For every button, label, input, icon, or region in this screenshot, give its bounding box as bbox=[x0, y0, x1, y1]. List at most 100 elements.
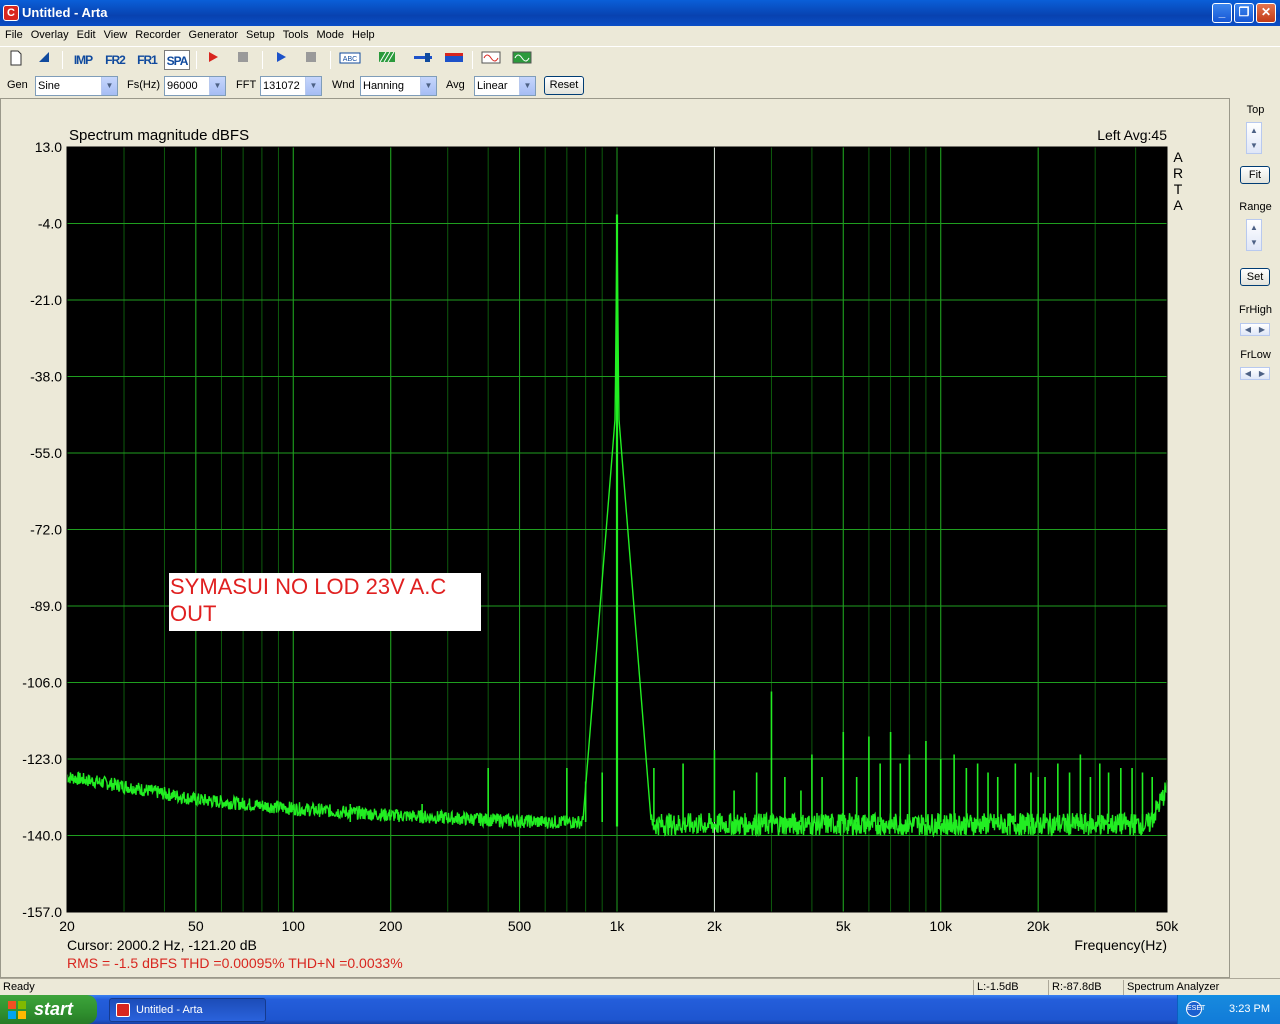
menu-file[interactable]: File bbox=[0, 26, 26, 41]
menu-help[interactable]: Help bbox=[347, 26, 378, 41]
scale-side-panel: Top ▲ ▼ Fit Range ▲ ▼ Set FrHigh ◀ ▶ FrLow … bbox=[1231, 98, 1280, 978]
taskbar: start Untitled - Arta ESET 3:23 PM bbox=[0, 995, 1280, 1024]
wnd-label: Wnd bbox=[332, 79, 355, 91]
chevron-down-icon[interactable]: ▼ bbox=[209, 77, 225, 95]
y-tick-label: 13.0 bbox=[35, 139, 62, 155]
y-tick-label: -89.0 bbox=[30, 598, 62, 614]
taskbar-item-label: Untitled - Arta bbox=[136, 1004, 203, 1016]
fr1-button[interactable]: FR1 bbox=[134, 50, 160, 70]
y-tick-label: -21.0 bbox=[30, 292, 62, 308]
fs-select[interactable]: 96000 ▼ bbox=[164, 76, 226, 96]
hatch-icon[interactable] bbox=[376, 50, 398, 70]
sine-wave-icon[interactable] bbox=[480, 50, 502, 70]
status-left-level: L:-1.5dB bbox=[973, 980, 1048, 995]
gen-label: Gen bbox=[7, 79, 28, 91]
spa-button[interactable]: SPA bbox=[164, 50, 190, 70]
fit-button[interactable]: Fit bbox=[1240, 166, 1270, 184]
spectrum-plot-panel: 20 50 100 200 500 1k 2k 5k 10k 20k 50k 13.0 -4.0 -21.… bbox=[0, 98, 1230, 978]
reset-button[interactable]: Reset bbox=[544, 76, 584, 95]
range-label: Range bbox=[1239, 201, 1272, 213]
frlow-spinner[interactable]: ◀ ▶ bbox=[1240, 367, 1270, 380]
cursor-readout: Cursor: 2000.2 Hz, -121.20 dB bbox=[67, 937, 257, 953]
left-arrow-icon[interactable]: ◀ bbox=[1241, 324, 1255, 335]
menu-recorder[interactable]: Recorder bbox=[130, 26, 183, 41]
menu-edit[interactable]: Edit bbox=[72, 26, 99, 41]
up-arrow-icon[interactable]: ▲ bbox=[1247, 220, 1261, 235]
restore-button[interactable]: ❐ bbox=[1234, 3, 1254, 23]
spectrum-chart[interactable]: 20 50 100 200 500 1k 2k 5k 10k 20k 50k 13.0 -4.0 -21.… bbox=[1, 99, 1229, 977]
x-tick-label: 100 bbox=[282, 918, 306, 934]
record-icon[interactable] bbox=[202, 50, 224, 70]
play-icon[interactable] bbox=[270, 50, 292, 70]
avg-select-value: Linear bbox=[477, 80, 508, 92]
top-spinner[interactable]: ▲ ▼ bbox=[1246, 122, 1262, 154]
fs-label: Fs(Hz) bbox=[127, 79, 160, 91]
menu-generator[interactable]: Generator bbox=[184, 26, 242, 41]
down-arrow-icon[interactable]: ▼ bbox=[1247, 235, 1261, 250]
fs-select-value: 96000 bbox=[167, 80, 198, 92]
up-arrow-icon[interactable]: ▲ bbox=[1247, 123, 1261, 138]
measurement-readout: RMS = -1.5 dBFS THD =0.00095% THD+N =0.0… bbox=[67, 955, 403, 971]
eset-tray-icon[interactable]: ESET bbox=[1186, 1001, 1205, 1017]
toolbar: IMP FR2 FR1 SPA ABC bbox=[0, 46, 1280, 72]
menu-tools[interactable]: Tools bbox=[278, 26, 312, 41]
slider-icon[interactable] bbox=[412, 50, 434, 70]
arta-app-icon[interactable]: C bbox=[3, 5, 19, 21]
fft-select[interactable]: 131072 ▼ bbox=[260, 76, 322, 96]
frhigh-spinner[interactable]: ◀ ▶ bbox=[1240, 323, 1270, 336]
taskbar-item-arta[interactable]: Untitled - Arta bbox=[109, 998, 266, 1022]
minimize-button[interactable]: _ bbox=[1212, 3, 1232, 23]
scope-icon[interactable] bbox=[511, 50, 533, 70]
chevron-down-icon[interactable]: ▼ bbox=[519, 77, 535, 95]
wnd-select[interactable]: Hanning ▼ bbox=[360, 76, 437, 96]
generator-control-bar: Gen Sine ▼ Fs(Hz) 96000 ▼ FFT 131072 ▼ Wnd … bbox=[0, 73, 1280, 98]
start-label: start bbox=[34, 999, 74, 1019]
x-tick-label: 2k bbox=[707, 918, 723, 934]
chevron-down-icon[interactable]: ▼ bbox=[305, 77, 321, 95]
menu-view[interactable]: View bbox=[99, 26, 131, 41]
menu-overlay[interactable]: Overlay bbox=[26, 26, 72, 41]
y-tick-label: -106.0 bbox=[22, 675, 62, 691]
menu-setup[interactable]: Setup bbox=[241, 26, 278, 41]
title-bar: C Untitled - Arta _ ❐ ✕ bbox=[0, 0, 1280, 26]
menu-mode[interactable]: Mode bbox=[311, 26, 347, 41]
x-tick-label: 20k bbox=[1027, 918, 1051, 934]
status-mode: Spectrum Analyzer bbox=[1123, 980, 1280, 995]
start-button[interactable]: start bbox=[0, 995, 97, 1024]
status-ready: Ready bbox=[3, 981, 35, 993]
x-tick-label: 1k bbox=[610, 918, 626, 934]
status-right-level: R:-87.8dB bbox=[1048, 980, 1123, 995]
set-button[interactable]: Set bbox=[1240, 268, 1270, 286]
new-file-icon[interactable] bbox=[5, 50, 27, 70]
arta-watermark-letter: A bbox=[1173, 149, 1183, 165]
y-tick-label: -55.0 bbox=[30, 445, 62, 461]
left-arrow-icon[interactable]: ◀ bbox=[1241, 368, 1255, 379]
avg-label: Avg bbox=[446, 79, 465, 91]
y-tick-label: -140.0 bbox=[22, 828, 62, 844]
gen-select[interactable]: Sine ▼ bbox=[35, 76, 118, 96]
chevron-down-icon[interactable]: ▼ bbox=[101, 77, 117, 95]
x-tick-label: 50 bbox=[188, 918, 204, 934]
abc-icon[interactable]: ABC bbox=[338, 50, 362, 70]
fft-label: FFT bbox=[236, 79, 257, 91]
stop-icon[interactable] bbox=[232, 50, 254, 70]
meter-icon[interactable] bbox=[443, 50, 465, 70]
stop-generator-icon[interactable] bbox=[300, 50, 322, 70]
close-button[interactable]: ✕ bbox=[1256, 3, 1276, 23]
chevron-down-icon[interactable]: ▼ bbox=[420, 77, 436, 95]
right-arrow-icon[interactable]: ▶ bbox=[1255, 368, 1269, 379]
status-bar: Ready L:-1.5dB R:-87.8dB Spectrum Analyz… bbox=[0, 978, 1280, 995]
arta-watermark-letter: T bbox=[1174, 181, 1183, 197]
windows-logo-icon bbox=[8, 1001, 26, 1019]
annotation-text: OUT bbox=[170, 601, 216, 626]
chart-title: Spectrum magnitude dBFS bbox=[69, 127, 249, 144]
imp-button[interactable]: IMP bbox=[70, 50, 96, 70]
right-arrow-icon[interactable]: ▶ bbox=[1255, 324, 1269, 335]
y-tick-label: -4.0 bbox=[38, 216, 62, 232]
avg-select[interactable]: Linear ▼ bbox=[474, 76, 536, 96]
range-spinner[interactable]: ▲ ▼ bbox=[1246, 219, 1262, 251]
fr2-button[interactable]: FR2 bbox=[102, 50, 128, 70]
gen-select-value: Sine bbox=[38, 80, 61, 92]
open-icon[interactable] bbox=[33, 50, 55, 70]
down-arrow-icon[interactable]: ▼ bbox=[1247, 138, 1261, 153]
